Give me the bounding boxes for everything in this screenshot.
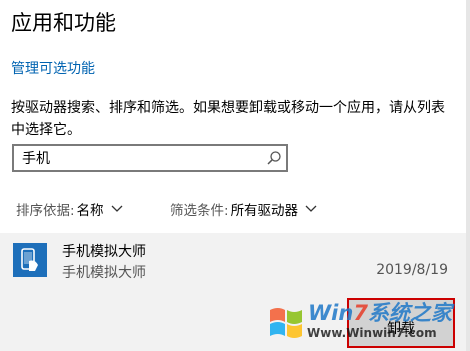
app-icon xyxy=(13,243,47,277)
sort-dropdown[interactable]: 排序依据: 名称 xyxy=(16,199,123,219)
manage-optional-features-link[interactable]: 管理可选功能 xyxy=(11,58,95,78)
search-box[interactable] xyxy=(12,144,288,172)
sort-label: 排序依据: xyxy=(16,203,75,219)
page-description: 按驱动器搜索、排序和筛选。如果想要卸载或移动一个应用，请从列表中选择它。 xyxy=(11,100,445,138)
filter-label: 筛选条件: xyxy=(170,203,229,219)
page-title: 应用和功能 xyxy=(11,11,116,35)
app-publisher: 手机模拟大师 xyxy=(62,265,146,281)
window-edge xyxy=(466,0,470,351)
app-install-date: 2019/8/19 xyxy=(376,262,448,278)
watermark-brand: Win7系统之家 xyxy=(308,301,452,325)
app-name: 手机模拟大师 xyxy=(62,244,146,260)
chevron-down-icon xyxy=(111,205,123,212)
search-icon[interactable] xyxy=(266,150,282,166)
sort-value: 名称 xyxy=(76,203,104,219)
windows-logo-watermark xyxy=(270,308,302,338)
filter-value: 所有驱动器 xyxy=(230,203,299,219)
chevron-down-icon xyxy=(305,205,317,212)
filter-dropdown[interactable]: 筛选条件: 所有驱动器 xyxy=(170,199,317,219)
phone-emulator-icon xyxy=(21,248,38,271)
search-input[interactable] xyxy=(22,148,252,168)
watermark-url: Www.Winwin7.com xyxy=(307,326,437,340)
